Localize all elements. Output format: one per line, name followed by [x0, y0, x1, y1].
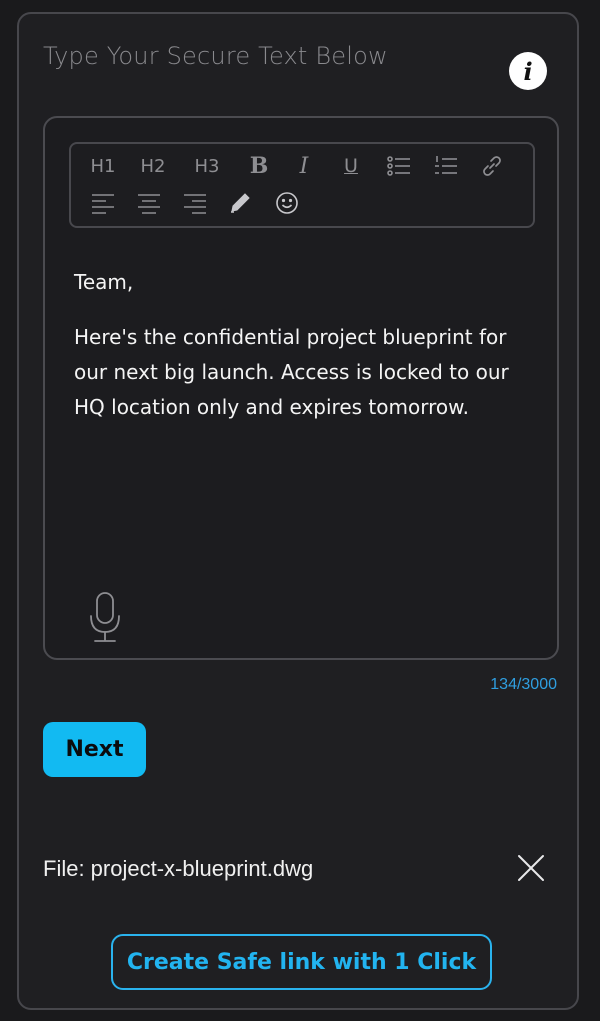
text-color-button[interactable]: [224, 188, 256, 218]
microphone-icon: [90, 592, 120, 642]
underline-button[interactable]: U: [335, 151, 367, 181]
pen-icon: [231, 193, 250, 213]
secure-text-card: Type Your Secure Text Below i H1 H2 H3 B…: [17, 12, 579, 1010]
attached-file-name: File: project-x-blueprint.dwg: [43, 856, 314, 881]
page-title: Type Your Secure Text Below: [43, 42, 388, 70]
align-left-button[interactable]: [87, 188, 119, 218]
bold-button[interactable]: B: [243, 151, 275, 181]
align-right-icon: [184, 194, 206, 214]
align-left-icon: [92, 194, 114, 214]
align-right-button[interactable]: [179, 188, 211, 218]
link-button[interactable]: [476, 151, 508, 181]
align-center-button[interactable]: [133, 188, 165, 218]
link-icon: [483, 156, 501, 176]
bullet-list-button[interactable]: [383, 151, 415, 181]
rich-text-editor[interactable]: H1 H2 H3 B I U Team, Here's the confiden…: [43, 116, 559, 660]
heading2-button[interactable]: H2: [137, 151, 169, 181]
character-counter: 134/3000: [490, 676, 557, 693]
create-safe-link-button[interactable]: Create Safe link with 1 Click: [111, 934, 492, 990]
info-button[interactable]: i: [509, 52, 547, 90]
info-icon: i: [523, 56, 533, 86]
editor-toolbar: H1 H2 H3 B I U: [69, 142, 535, 228]
align-center-icon: [138, 194, 160, 214]
heading1-button[interactable]: H1: [87, 151, 119, 181]
numbered-list-icon: [435, 156, 457, 174]
next-button[interactable]: Next: [43, 722, 146, 777]
editor-content[interactable]: Team, Here's the confidential project bl…: [74, 265, 534, 445]
numbered-list-button[interactable]: [430, 151, 462, 181]
remove-file-button[interactable]: [515, 852, 547, 884]
italic-button[interactable]: I: [288, 151, 320, 181]
greeting-paragraph: Team,: [74, 270, 134, 294]
body-paragraph: Here's the confidential project blueprin…: [74, 325, 509, 419]
voice-input-button[interactable]: [87, 590, 123, 644]
heading3-button[interactable]: H3: [191, 151, 223, 181]
close-icon: [518, 855, 544, 881]
smiley-icon: [276, 192, 298, 214]
bullet-list-icon: [387, 156, 410, 176]
emoji-button[interactable]: [271, 188, 303, 218]
